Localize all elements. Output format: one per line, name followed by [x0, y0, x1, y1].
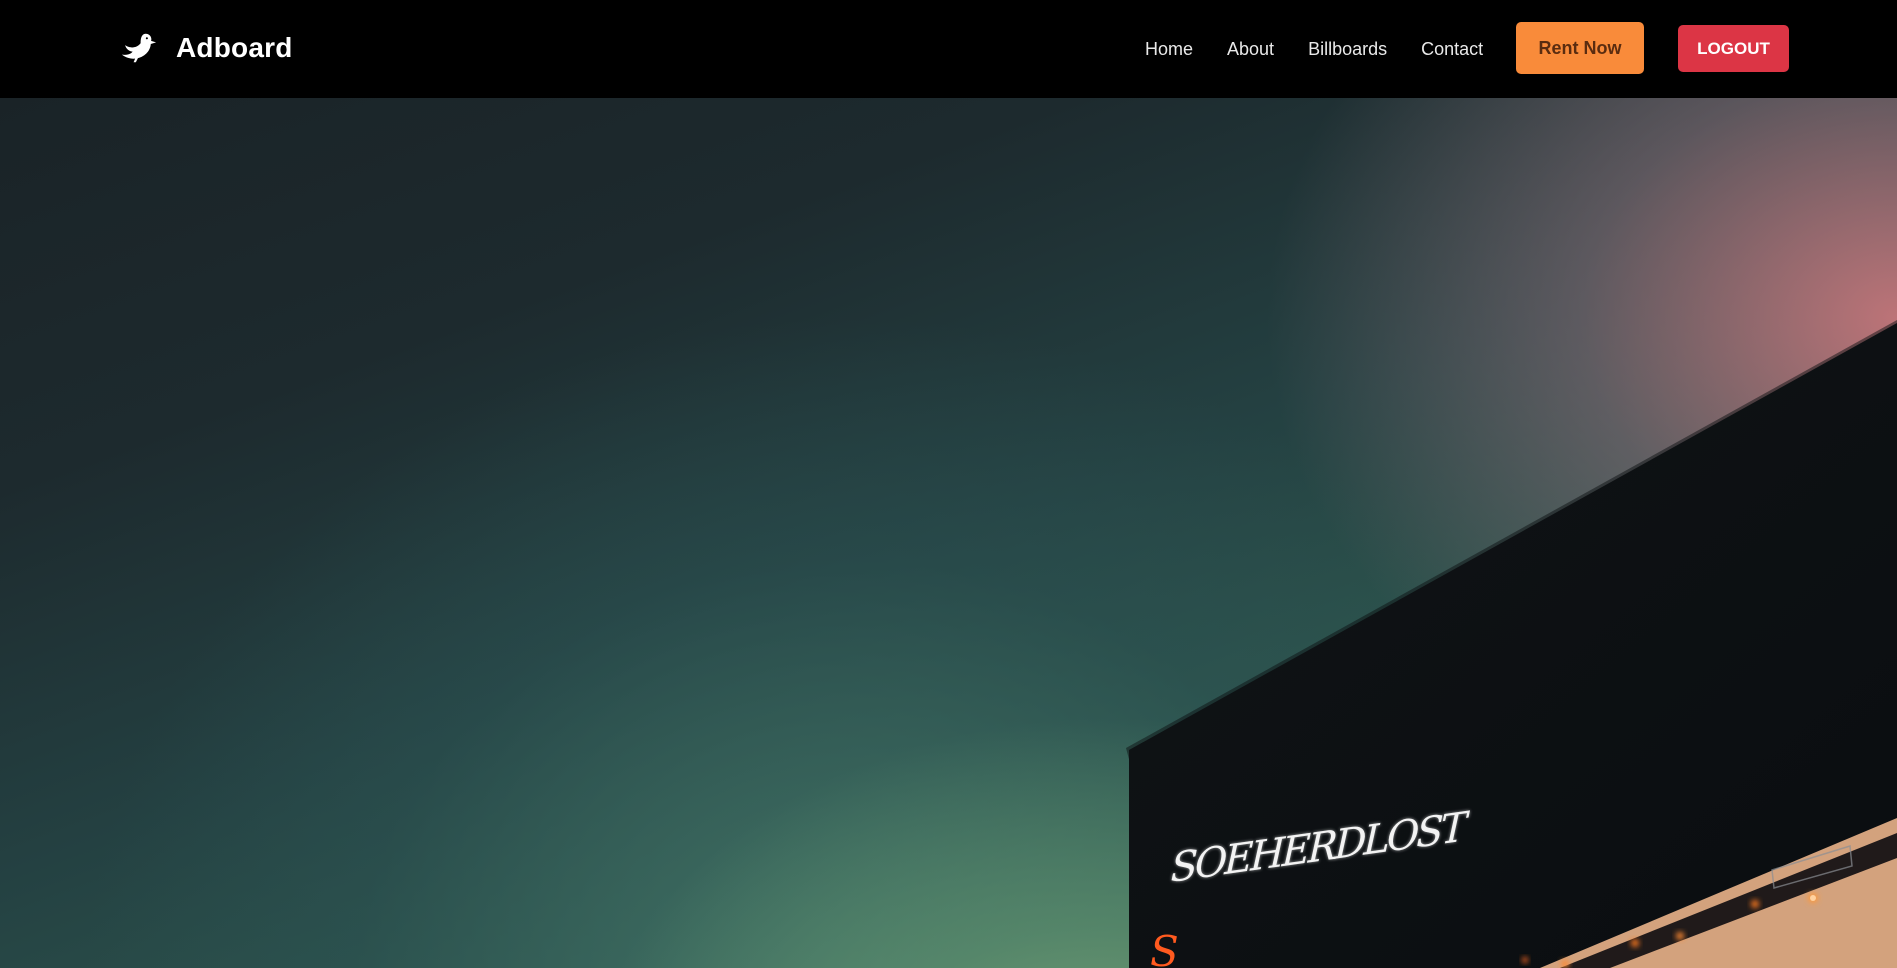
brand-logo-link[interactable]: Adboard	[120, 28, 293, 68]
nav-home-link[interactable]: Home	[1145, 39, 1193, 60]
hero-banner: S SOEHERDLOST	[0, 98, 1897, 968]
bird-icon	[121, 33, 157, 63]
brand-name: Adboard	[176, 32, 293, 63]
logout-button[interactable]: LOGOUT	[1678, 25, 1789, 72]
nav-billboards-link[interactable]: Billboards	[1308, 39, 1387, 60]
nav-contact-link[interactable]: Contact	[1421, 39, 1483, 60]
svg-text:S: S	[1150, 927, 1179, 968]
rent-now-button[interactable]: Rent Now	[1516, 22, 1644, 74]
navbar: Adboard Home About Billboards Contact Re…	[0, 0, 1897, 98]
nav-about-link[interactable]: About	[1227, 39, 1274, 60]
main-nav: Home About Billboards Contact	[1145, 35, 1483, 63]
billboard-image: S	[1126, 320, 1897, 968]
